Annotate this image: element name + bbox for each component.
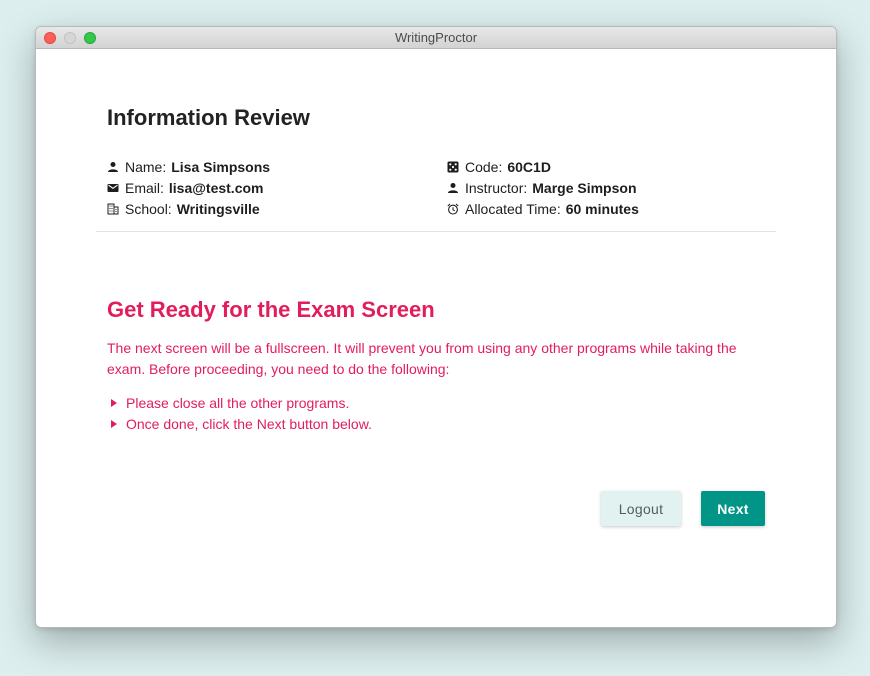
next-button[interactable]: Next xyxy=(701,491,765,526)
triangle-right-icon xyxy=(111,398,117,407)
logout-button[interactable]: Logout xyxy=(601,491,681,526)
code-label: Code: xyxy=(465,158,503,175)
code-row: Code: 60C1D xyxy=(447,156,639,177)
email-label: Email: xyxy=(125,179,164,196)
allocated-time-row: Allocated Time: 60 minutes xyxy=(447,198,639,219)
app-window: WritingProctor Information Review Name: … xyxy=(35,26,837,628)
allocated-time-label: Allocated Time: xyxy=(465,200,561,217)
exam-info-column: Code: 60C1D Instructor: Marge Simpson Al… xyxy=(447,156,639,219)
step-text: Once done, click the Next button below. xyxy=(126,415,372,432)
step-text: Please close all the other programs. xyxy=(126,394,350,411)
dice-icon xyxy=(447,161,459,172)
list-item: Please close all the other programs. xyxy=(107,392,372,413)
window-title: WritingProctor xyxy=(394,30,478,45)
list-item: Once done, click the Next button below. xyxy=(107,413,372,434)
exam-prep-description: The next screen will be a fullscreen. It… xyxy=(107,340,737,377)
exam-prep-heading: Get Ready for the Exam Screen xyxy=(107,297,435,322)
person-icon xyxy=(448,182,458,193)
allocated-time-value: 60 minutes xyxy=(565,200,639,217)
person-icon xyxy=(108,161,118,172)
school-label: School: xyxy=(125,200,172,217)
alarm-clock-icon xyxy=(447,203,459,215)
exam-prep-steps: Please close all the other programs. Onc… xyxy=(107,392,372,434)
instructor-row: Instructor: Marge Simpson xyxy=(447,177,639,198)
name-row: Name: Lisa Simpsons xyxy=(107,156,270,177)
mail-icon xyxy=(107,183,119,192)
email-value: lisa@test.com xyxy=(168,179,264,196)
section-divider xyxy=(96,231,776,232)
email-row: Email: lisa@test.com xyxy=(107,177,270,198)
school-row: School: Writingsville xyxy=(107,198,270,219)
instructor-label: Instructor: xyxy=(465,179,528,196)
triangle-right-icon xyxy=(111,419,117,428)
student-info-column: Name: Lisa Simpsons Email: lisa@test.com xyxy=(107,156,270,219)
title-bar: WritingProctor xyxy=(36,27,836,49)
building-icon xyxy=(107,203,119,214)
name-value: Lisa Simpsons xyxy=(171,158,271,175)
name-label: Name: xyxy=(125,158,167,175)
instructor-value: Marge Simpson xyxy=(532,179,637,196)
code-value: 60C1D xyxy=(507,158,551,175)
info-review-heading: Information Review xyxy=(107,105,310,130)
school-value: Writingsville xyxy=(176,200,260,217)
